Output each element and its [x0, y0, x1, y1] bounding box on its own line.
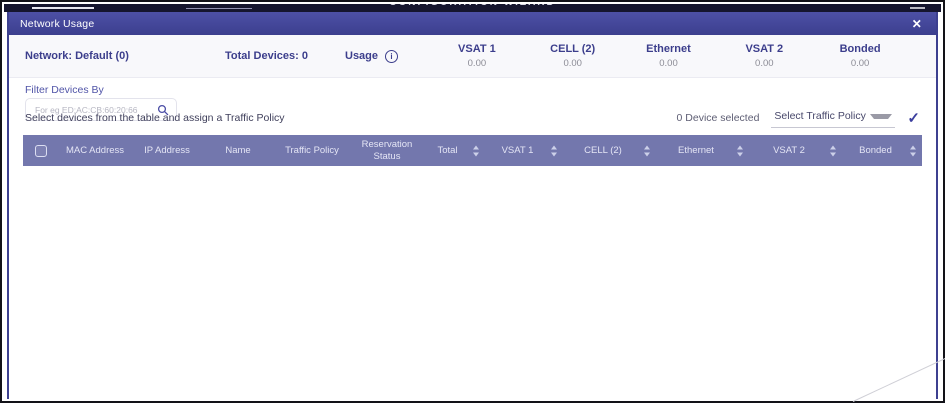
column-header-mac-address: MAC Address — [59, 135, 131, 166]
sort-asc-icon[interactable] — [737, 145, 743, 149]
sort-icons[interactable] — [473, 145, 479, 156]
sort-icons[interactable] — [830, 145, 836, 156]
info-icon[interactable]: i — [385, 50, 398, 63]
usage-summary-bar: Network: Default (0) Total Devices: 0 Us… — [9, 35, 936, 78]
close-icon[interactable]: ✕ — [909, 17, 925, 31]
sort-asc-icon[interactable] — [830, 145, 836, 149]
filter-devices-label: Filter Devices By — [25, 84, 104, 96]
sort-desc-icon[interactable] — [473, 152, 479, 156]
stat-value: 0.00 — [621, 58, 717, 69]
usage-label: Usage — [345, 50, 378, 62]
sort-asc-icon[interactable] — [644, 145, 650, 149]
background-page-strip: CONFIGURATION WIZARD — [4, 4, 941, 12]
column-header-label: Bonded — [859, 145, 892, 156]
selection-row: Select devices from the table and assign… — [25, 108, 920, 128]
screen: CONFIGURATION WIZARD Network Usage ✕ Net… — [0, 0, 945, 403]
column-header-cell-2[interactable]: CELL (2) — [563, 135, 656, 166]
sort-desc-icon[interactable] — [551, 152, 557, 156]
column-header-label: VSAT 1 — [502, 145, 534, 156]
filter-section: Filter Devices By Select devices from th… — [9, 78, 936, 135]
total-devices-label: Total Devices: 0 — [225, 50, 345, 62]
stat-value: 0.00 — [525, 58, 621, 69]
stat-column: CELL (2) 0.00 — [525, 43, 621, 69]
column-header-label: IP Address — [144, 145, 190, 156]
stat-label: VSAT 1 — [429, 43, 525, 55]
stat-value: 0.00 — [812, 58, 908, 69]
stat-column: Ethernet 0.00 — [621, 43, 717, 69]
column-header-vsat-2[interactable]: VSAT 2 — [749, 135, 842, 166]
sort-asc-icon[interactable] — [473, 145, 479, 149]
sort-desc-icon[interactable] — [644, 152, 650, 156]
network-summary-label: Network: Default (0) — [25, 50, 225, 62]
device-table-body — [9, 166, 936, 399]
stats-usage-columns: VSAT 10.00CELL (2)0.00Ethernet0.00VSAT 2… — [429, 43, 936, 69]
select-all-cell — [23, 135, 59, 166]
column-header-bonded[interactable]: Bonded — [842, 135, 922, 166]
stat-value: 0.00 — [429, 58, 525, 69]
select-all-checkbox[interactable] — [35, 145, 47, 157]
table-header: MAC Address IP Address Name Traffic Policy R… — [23, 135, 922, 166]
sort-asc-icon[interactable] — [910, 145, 916, 149]
column-header-label: VSAT 2 — [773, 145, 805, 156]
chevron-down-icon — [870, 114, 892, 119]
sort-asc-icon[interactable] — [551, 145, 557, 149]
selection-controls: 0 Device selected Select Traffic Policy … — [677, 108, 920, 128]
column-header-label: MAC Address — [66, 145, 124, 156]
usage-group: Usage i — [345, 50, 429, 63]
column-header-ip-address: IP Address — [131, 135, 203, 166]
sort-desc-icon[interactable] — [910, 152, 916, 156]
column-header-traffic-policy: Traffic Policy — [273, 135, 351, 166]
traffic-policy-dropdown[interactable]: Select Traffic Policy — [771, 108, 895, 128]
column-header-total[interactable]: Total — [423, 135, 485, 166]
column-header-ethernet[interactable]: Ethernet — [656, 135, 749, 166]
sort-desc-icon[interactable] — [830, 152, 836, 156]
column-header-name: Name — [203, 135, 273, 166]
sort-icons[interactable] — [644, 145, 650, 156]
stat-label: Bonded — [812, 43, 908, 55]
background-artifact — [186, 8, 252, 9]
stat-column: VSAT 2 0.00 — [716, 43, 812, 69]
stat-column: Bonded 0.00 — [812, 43, 908, 69]
stat-column: VSAT 1 0.00 — [429, 43, 525, 69]
column-header-vsat-1[interactable]: VSAT 1 — [485, 135, 563, 166]
sort-icons[interactable] — [551, 145, 557, 156]
stat-value: 0.00 — [716, 58, 812, 69]
background-artifact — [910, 7, 925, 9]
traffic-policy-dropdown-value: Select Traffic Policy — [774, 110, 865, 122]
column-header-label: Name — [225, 145, 250, 156]
background-page-title: CONFIGURATION WIZARD — [4, 4, 941, 9]
stat-label: Ethernet — [621, 43, 717, 55]
column-header-label: Reservation Status — [354, 139, 420, 162]
stat-label: VSAT 2 — [716, 43, 812, 55]
sort-icons[interactable] — [910, 145, 916, 156]
background-artifact — [32, 7, 94, 9]
stat-label: CELL (2) — [525, 43, 621, 55]
column-header-label: Ethernet — [678, 145, 714, 156]
dialog-titlebar: Network Usage ✕ — [9, 12, 936, 35]
window-frame: CONFIGURATION WIZARD Network Usage ✕ Net… — [0, 0, 945, 403]
column-header-reservation-status: Reservation Status — [351, 135, 423, 166]
apply-policy-check-icon[interactable]: ✓ — [907, 111, 920, 126]
sort-desc-icon[interactable] — [737, 152, 743, 156]
device-selected-count: 0 Device selected — [677, 112, 760, 124]
column-header-label: Total — [437, 145, 457, 156]
column-header-label: Traffic Policy — [285, 145, 339, 156]
network-usage-dialog: Network Usage ✕ Network: Default (0) Tot… — [7, 12, 938, 399]
column-header-label: CELL (2) — [584, 145, 622, 156]
selection-instruction: Select devices from the table and assign… — [25, 112, 285, 124]
sort-icons[interactable] — [737, 145, 743, 156]
dialog-title: Network Usage — [20, 18, 94, 30]
